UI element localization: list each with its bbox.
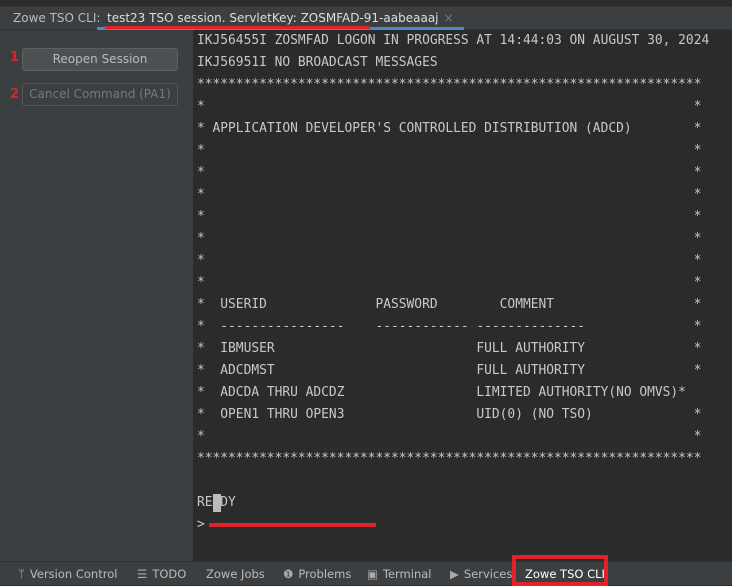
terminal-line: * *: [197, 209, 702, 224]
terminal-line: IKJ56455I ZOSMFAD LOGON IN PROGRESS AT 1…: [197, 33, 710, 48]
tab-title: test23 TSO session. ServletKey: ZOSMFAD-…: [107, 11, 439, 25]
tool-tab-label: Zowe Jobs: [206, 567, 265, 581]
annotation-number: 1: [10, 50, 20, 65]
terminal-line: * ADCDMST FULL AUTHORITY *: [197, 363, 702, 378]
terminal-line: * *: [197, 187, 702, 202]
tool-tab-label: Version Control: [29, 567, 118, 581]
tool-window-title: Zowe TSO CLI:: [13, 11, 101, 25]
terminal-line: * *: [197, 165, 702, 180]
top-strip: [0, 0, 732, 7]
tool-tab-services[interactable]: ▶ Services: [450, 567, 512, 581]
terminal-line: * IBMUSER FULL AUTHORITY *: [197, 341, 702, 356]
branch-icon: ᛘ: [18, 567, 25, 581]
terminal-icon: ▣: [367, 567, 378, 581]
left-panel: 1 Reopen Session 2 Cancel Command (PA1): [0, 30, 193, 561]
problems-icon: ❶: [283, 567, 294, 581]
terminal-line: * *: [197, 275, 702, 290]
terminal-line: * *: [197, 429, 702, 444]
list-icon: ☰: [137, 567, 148, 581]
tool-tab-label: Terminal: [382, 567, 432, 581]
terminal-line: READY: [197, 492, 709, 514]
terminal-text: IKJ56455I ZOSMFAD LOGON IN PROGRESS AT 1…: [197, 30, 709, 536]
terminal-line: IKJ56951I NO BROADCAST MESSAGES: [197, 55, 438, 70]
tool-tab-zowe-jobs[interactable]: Zowe Jobs: [206, 567, 265, 581]
close-icon[interactable]: ×: [444, 11, 454, 25]
cancel-command-button[interactable]: Cancel Command (PA1): [22, 83, 178, 106]
terminal-line: * *: [197, 231, 702, 246]
bottom-tool-bar: ᛘ Version Control ☰ TODO Zowe Jobs ❶ Problems ▣…: [0, 555, 732, 586]
terminal-output[interactable]: IKJ56455I ZOSMFAD LOGON IN PROGRESS AT 1…: [193, 30, 732, 561]
terminal-line: * ---------------- ------------ --------…: [197, 319, 702, 334]
terminal-line: * *: [197, 99, 702, 114]
tool-tab-label: Problems: [298, 567, 352, 581]
tool-tab-terminal[interactable]: ▣ Terminal: [367, 567, 431, 581]
terminal-line: * *: [197, 143, 702, 158]
terminal-line: * ADCDA THRU ADCDZ LIMITED AUTHORITY(NO …: [197, 385, 686, 400]
terminal-line: ****************************************…: [197, 77, 702, 92]
annotation-underline: [105, 26, 370, 29]
terminal-line: * APPLICATION DEVELOPER'S CONTROLLED DIS…: [197, 121, 702, 136]
annotation-underline: [209, 523, 376, 527]
tool-tab-problems[interactable]: ❶ Problems: [283, 567, 351, 581]
terminal-line: * USERID PASSWORD COMMENT *: [197, 297, 702, 312]
terminal-cursor: [213, 494, 221, 512]
terminal-line: ****************************************…: [197, 451, 702, 466]
services-icon: ▶: [450, 567, 459, 581]
tool-tab-label: TODO: [152, 567, 187, 581]
terminal-line: * OPEN1 THRU OPEN3 UID(0) (NO TSO) *: [197, 407, 702, 422]
reopen-session-button[interactable]: Reopen Session: [22, 48, 178, 71]
tool-tab-version-control[interactable]: ᛘ Version Control: [18, 567, 117, 581]
terminal-line: * *: [197, 253, 702, 268]
tool-tab-todo[interactable]: ☰ TODO: [137, 567, 186, 581]
annotation-number: 2: [10, 87, 20, 102]
annotation-highlight-box: [512, 555, 608, 586]
tool-tab-label: Services: [463, 567, 513, 581]
